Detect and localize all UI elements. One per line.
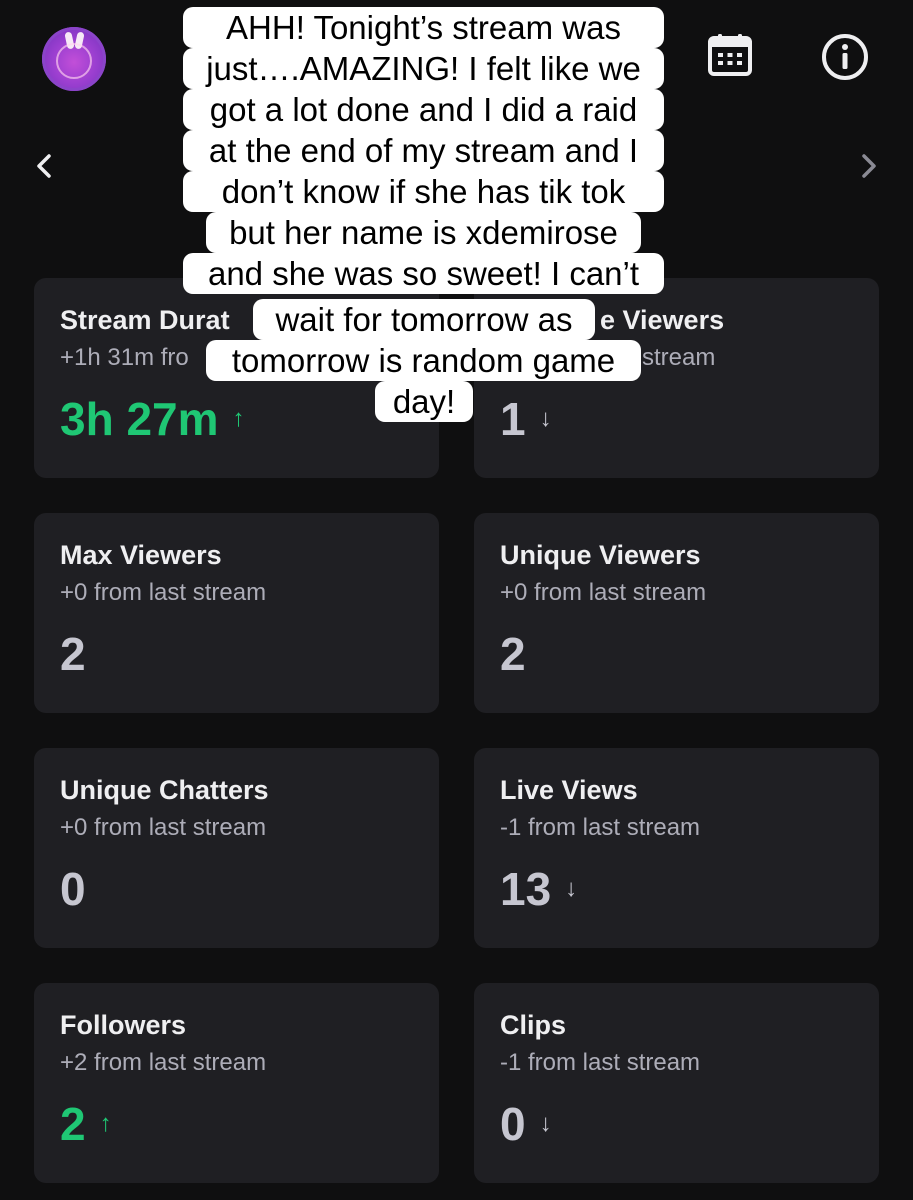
caption-line: AHH! Tonight’s stream was [183, 7, 664, 48]
stat-value-row: 2 ↑ [60, 1101, 112, 1147]
arrow-up-icon: ↑ [232, 405, 245, 432]
stat-card-live-views: Live Views -1 from last stream 13 ↓ [474, 748, 879, 948]
arrow-down-icon: ↓ [565, 875, 578, 902]
stat-change: +1h 31m fro [60, 344, 189, 371]
stat-title: Followers [60, 1010, 187, 1040]
stat-value: 0 [60, 863, 86, 915]
stat-card-clips: Clips -1 from last stream 0 ↓ [474, 983, 879, 1183]
arrow-down-icon: ↓ [539, 405, 552, 432]
stat-change: -1 from last stream [500, 1049, 701, 1076]
stream-date-range: M [560, 158, 582, 188]
calendar-button[interactable] [705, 30, 755, 80]
stat-value: 0 [500, 1098, 526, 1150]
arrow-down-icon: ↓ [539, 1110, 552, 1137]
bunny-avatar-icon [56, 43, 92, 79]
caption-line: just….AMAZING! I felt like we [183, 48, 664, 89]
chevron-right-icon [862, 154, 876, 178]
info-button[interactable] [818, 30, 872, 84]
stat-card-max-viewers: Max Viewers +0 from last stream 2 [34, 513, 439, 713]
stat-title: Stream Durat [60, 305, 230, 335]
stat-value: 2 [60, 628, 86, 680]
stat-value-row: 2 [500, 631, 526, 677]
caption-line: but her name is xdemirose [206, 212, 641, 253]
stat-value-row: 0 ↓ [500, 1101, 552, 1147]
stat-value: 3h 27m [60, 393, 219, 445]
stat-value-row: 1 ↓ [500, 396, 552, 442]
stat-card-average-viewers: e Viewers stream 1 ↓ [474, 278, 879, 478]
stat-change: stream [642, 344, 716, 371]
stat-title: Unique Chatters [60, 775, 269, 805]
stat-card-unique-chatters: Unique Chatters +0 from last stream 0 [34, 748, 439, 948]
stat-value: 1 [500, 393, 526, 445]
caption-line: got a lot done and I did a raid [183, 89, 664, 130]
stat-card-unique-viewers: Unique Viewers +0 from last stream 2 [474, 513, 879, 713]
calendar-icon [708, 34, 752, 76]
caption-line: at the end of my stream and I [183, 130, 664, 171]
stat-change: -1 from last stream [500, 814, 701, 841]
stat-change: +0 from last stream [60, 579, 267, 606]
chevron-left-icon [37, 154, 51, 178]
stat-card-stream-duration: Stream Durat +1h 31m fro 3h 27m ↑ [34, 278, 439, 478]
stat-title: e Viewers [600, 305, 725, 335]
stat-value-row: 2 [60, 631, 86, 677]
caption-line: don’t know if she has tik tok [183, 171, 664, 212]
stat-change: +2 from last stream [60, 1049, 267, 1076]
stat-change: +0 from last stream [60, 814, 267, 841]
stat-title: Live Views [500, 775, 638, 805]
stat-value-row: 13 ↓ [500, 866, 577, 912]
stat-change: +0 from last stream [500, 579, 707, 606]
stat-title: Unique Viewers [500, 540, 701, 570]
avatar[interactable] [42, 27, 106, 91]
stat-value: 2 [500, 628, 526, 680]
stat-title: Max Viewers [60, 540, 222, 570]
next-stream-button[interactable] [853, 148, 885, 184]
stat-value-row: 0 [60, 866, 86, 912]
stat-title: Clips [500, 1010, 567, 1040]
stat-value: 13 [500, 863, 552, 915]
stat-card-followers: Followers +2 from last stream 2 ↑ [34, 983, 439, 1183]
arrow-up-icon: ↑ [99, 1110, 112, 1137]
stat-value-row: 3h 27m ↑ [60, 396, 245, 442]
stat-value: 2 [60, 1098, 86, 1150]
info-icon [822, 34, 868, 80]
previous-stream-button[interactable] [28, 148, 60, 184]
